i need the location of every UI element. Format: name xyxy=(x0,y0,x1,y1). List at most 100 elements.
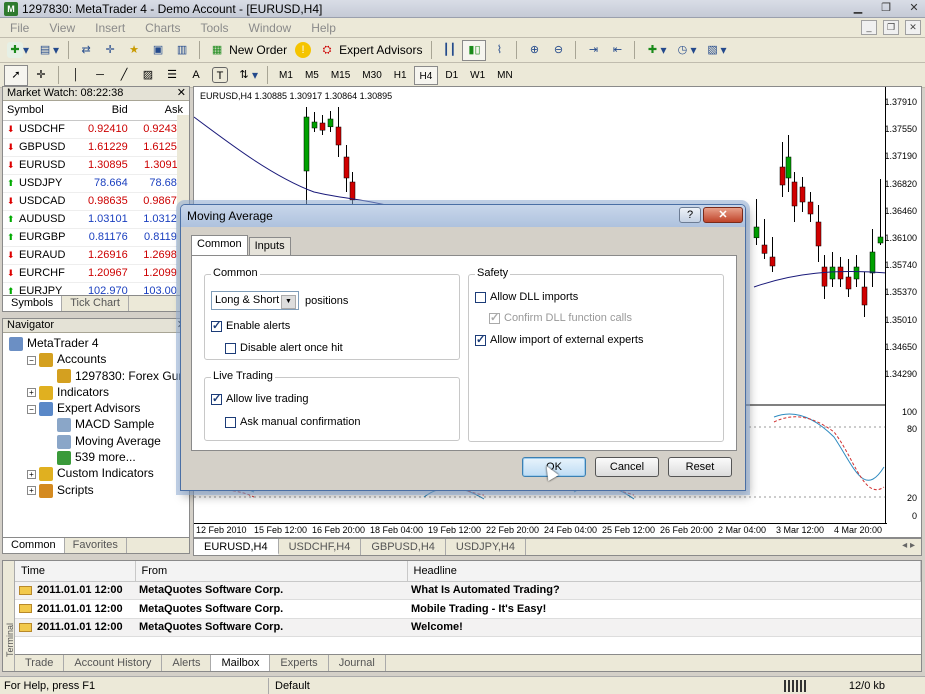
tab-common[interactable]: Common xyxy=(3,538,65,553)
allow-dll-imports-checkbox[interactable] xyxy=(475,291,486,303)
child-minimize-button[interactable]: _ xyxy=(861,20,877,35)
timeframe-w1[interactable]: W1 xyxy=(465,66,490,85)
navigator-item[interactable]: + Indicators xyxy=(3,384,189,400)
terminal-button[interactable]: ▣ xyxy=(147,40,169,61)
reset-button[interactable]: Reset xyxy=(668,457,732,477)
timeframe-h4[interactable]: H4 xyxy=(413,65,439,85)
menu-file[interactable]: File xyxy=(0,21,39,35)
arrows-tool[interactable]: ⇅ ▾ xyxy=(233,65,261,86)
navigator-item[interactable]: − Accounts xyxy=(3,351,189,368)
enable-alerts-checkbox[interactable] xyxy=(211,319,222,332)
tab-experts[interactable]: Experts xyxy=(270,655,329,671)
navigator-item[interactable]: 539 more... xyxy=(3,449,189,465)
navigator-button[interactable]: ★ xyxy=(123,40,145,61)
menu-view[interactable]: View xyxy=(39,21,85,35)
close-icon[interactable]: ✕ xyxy=(177,87,186,100)
allow-import-row[interactable]: Allow import of external experts xyxy=(475,333,643,346)
navigator-item[interactable]: 1297830: Forex Gump xyxy=(3,368,195,384)
chart-tab-usdjpy[interactable]: USDJPY,H4 xyxy=(446,539,526,555)
col-time[interactable]: Time xyxy=(15,561,136,582)
disable-alert-once-checkbox[interactable] xyxy=(225,342,236,354)
market-watch-row[interactable]: ⬆ USDJPY 78.664 78.684 xyxy=(3,174,189,193)
trendline-tool[interactable]: ╱ xyxy=(113,65,135,86)
navigator-item[interactable]: MACD Sample xyxy=(3,416,189,433)
menu-tools[interactable]: Tools xyxy=(191,21,239,35)
ask-manual-row[interactable]: Ask manual confirmation xyxy=(225,416,360,428)
market-watch-row[interactable]: ⬇ USDCAD 0.98635 0.98670 xyxy=(3,192,189,211)
allow-import-experts-checkbox[interactable] xyxy=(475,333,486,346)
fibonacci-tool[interactable]: ☰ xyxy=(161,65,183,86)
metaeditor-button[interactable]: ! xyxy=(292,40,314,61)
timeframe-mn[interactable]: MN xyxy=(492,66,518,85)
enable-alerts-row[interactable]: Enable alerts xyxy=(211,319,290,332)
vertical-line-tool[interactable]: │ xyxy=(65,65,87,86)
chart-tab-eurusd[interactable]: EURUSD,H4 xyxy=(194,539,279,555)
menu-help[interactable]: Help xyxy=(301,21,346,35)
timeframe-h1[interactable]: H1 xyxy=(389,66,412,85)
dialog-close-button[interactable]: ✕ xyxy=(703,207,743,223)
collapse-icon[interactable]: − xyxy=(27,404,36,414)
profiles-button[interactable]: ▤ ▾ xyxy=(34,40,62,61)
help-button[interactable]: ? xyxy=(679,207,701,223)
chart-tab-usdchf[interactable]: USDCHF,H4 xyxy=(279,539,362,555)
market-watch-row[interactable]: ⬆ AUDUSD 1.03101 1.03129 xyxy=(3,210,189,229)
bar-chart-button[interactable]: ┃┃ xyxy=(438,40,460,61)
tab-alerts[interactable]: Alerts xyxy=(162,655,212,671)
menu-insert[interactable]: Insert xyxy=(85,21,135,35)
periods-button[interactable]: ◷ ▾ xyxy=(671,40,699,61)
navigator-item[interactable]: Moving Average xyxy=(3,433,189,449)
navigator-item[interactable]: MetaTrader 4 xyxy=(3,335,189,351)
collapse-icon[interactable]: − xyxy=(27,355,36,365)
horizontal-line-tool[interactable]: ─ xyxy=(89,65,111,86)
autoscroll-button[interactable]: ⇥ xyxy=(582,40,604,61)
new-chart-button[interactable]: ✚ ▾ xyxy=(4,40,32,61)
ask-manual-confirmation-checkbox[interactable] xyxy=(225,416,236,428)
time-axis[interactable]: 12 Feb 2010 15 Feb 12:00 16 Feb 20:00 18 Fe… xyxy=(194,523,887,537)
cancel-button[interactable]: Cancel xyxy=(595,457,659,477)
allow-live-trading-checkbox[interactable] xyxy=(211,392,222,405)
timeframe-m30[interactable]: M30 xyxy=(357,66,386,85)
indicators-button[interactable]: ✚ ▾ xyxy=(641,40,669,61)
minimize-button[interactable]: ▁ xyxy=(849,1,867,16)
tab-symbols[interactable]: Symbols xyxy=(3,296,63,311)
templates-button[interactable]: ▧ ▾ xyxy=(702,40,730,61)
line-chart-button[interactable]: ⌇ xyxy=(488,40,510,61)
disable-alert-once-row[interactable]: Disable alert once hit xyxy=(225,342,343,354)
market-watch-button[interactable]: ⇄ xyxy=(75,40,97,61)
text-tool[interactable]: A xyxy=(185,65,207,86)
market-watch-row[interactable]: ⬇ EURAUD 1.26916 1.26986 xyxy=(3,246,189,265)
tab-scroll-arrows[interactable]: ◂ ▸ xyxy=(902,540,915,551)
market-watch-row[interactable]: ⬆ EURGBP 0.81176 0.81196 xyxy=(3,228,189,247)
mail-row[interactable]: 2011.01.01 12:00 MetaQuotes Software Corp… xyxy=(15,599,921,619)
close-button[interactable]: ✕ xyxy=(905,1,923,16)
mail-row[interactable]: 2011.01.01 12:00 MetaQuotes Software Corp… xyxy=(15,581,921,600)
tab-mailbox[interactable]: Mailbox xyxy=(211,655,271,671)
tab-common[interactable]: Common xyxy=(191,235,248,255)
col-headline[interactable]: Headline xyxy=(407,561,921,582)
tab-account-history[interactable]: Account History xyxy=(64,655,163,671)
col-bid[interactable]: Bid xyxy=(78,101,134,121)
title-bar[interactable]: M 1297830: MetaTrader 4 - Demo Account -… xyxy=(0,0,925,18)
allow-dll-row[interactable]: Allow DLL imports xyxy=(475,291,578,303)
expand-icon[interactable]: + xyxy=(27,388,36,398)
crosshair-tool[interactable]: ✛ xyxy=(30,65,52,86)
timeframe-m15[interactable]: M15 xyxy=(326,66,355,85)
navigator-item[interactable]: − Expert Advisors xyxy=(3,400,189,417)
expand-icon[interactable]: + xyxy=(27,486,36,495)
price-axis[interactable]: 1.37910 1.37550 1.37190 1.36820 1.36460 1.361… xyxy=(884,87,921,537)
timeframe-m5[interactable]: M5 xyxy=(300,66,324,85)
market-watch-row[interactable]: ⬇ USDCHF 0.92410 0.92436 xyxy=(3,120,189,139)
tab-journal[interactable]: Journal xyxy=(329,655,386,671)
strategy-tester-button[interactable]: ▥ xyxy=(171,40,193,61)
expert-advisors-button[interactable]: ⛭ Expert Advisors xyxy=(316,40,425,61)
timeframe-d1[interactable]: D1 xyxy=(440,66,463,85)
candlestick-button[interactable]: ▮▯ xyxy=(462,39,487,61)
tab-trade[interactable]: Trade xyxy=(15,655,65,671)
market-watch-row[interactable]: ⬇ GBPUSD 1.61229 1.61254 xyxy=(3,138,189,157)
cursor-tool[interactable]: ➚ xyxy=(4,64,28,86)
tab-tick-chart[interactable]: Tick Chart xyxy=(62,296,129,311)
status-profile[interactable]: Default xyxy=(268,678,310,694)
positions-select[interactable]: Long & Short xyxy=(211,291,299,310)
data-window-button[interactable]: ✛ xyxy=(99,40,121,61)
chart-shift-button[interactable]: ⇤ xyxy=(606,40,628,61)
